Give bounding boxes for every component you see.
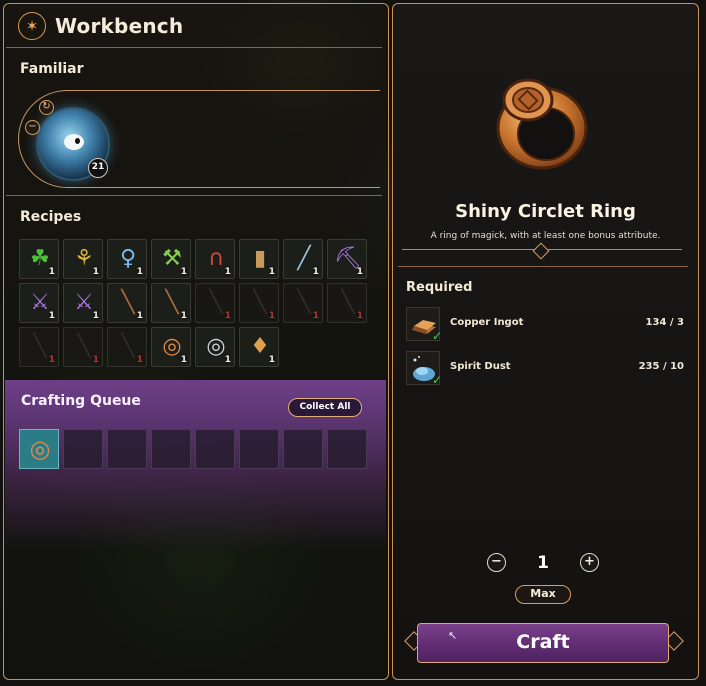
recipe-count: 1 [224,311,231,321]
recipe-slot[interactable]: ╲ 1 [283,283,323,323]
queue-slot[interactable] [195,429,235,469]
recipe-slot[interactable]: ▮ 1 [239,239,279,279]
copper-ring-icon [496,78,588,170]
requirement-row-copper-ingot: ✓ Copper Ingot 134 / 3 [406,307,686,343]
cursor-icon: ↖ [448,629,458,642]
increase-quantity-button[interactable]: + [580,553,599,572]
recipe-slot[interactable]: ╲ 1 [239,283,279,323]
recipe-slot[interactable]: ◎ 1 [151,327,191,367]
recipe-count: 1 [224,267,231,277]
familiar-level-badge: 21 [88,158,108,178]
recipe-slot[interactable]: ◎ 1 [195,327,235,367]
queue-slot[interactable] [63,429,103,469]
recipe-count: 1 [92,355,99,365]
crafting-queue-slots: ◎ [19,429,367,469]
recipes-label: Recipes [20,209,82,225]
required-label: Required [406,280,473,295]
recipe-count: 1 [136,311,143,321]
recipe-slot[interactable]: ⚔ 1 [19,283,59,323]
recipe-slot[interactable]: ╲ 1 [151,283,191,323]
recipe-count: 1 [268,267,275,277]
recipe-slot[interactable]: ♀ 1 [107,239,147,279]
recipe-slot[interactable]: ╱ 1 [283,239,323,279]
recipe-slot[interactable]: ∩ 1 [195,239,235,279]
decrease-quantity-button[interactable]: − [487,553,506,572]
header-divider [6,47,382,48]
familiar-pupil [75,138,80,144]
queue-slot[interactable]: ◎ [19,429,59,469]
recipe-count: 1 [224,355,231,365]
familiar-label: Familiar [20,61,84,77]
recipe-slot[interactable]: ╲ 1 [63,327,103,367]
queue-slot[interactable] [327,429,367,469]
recipe-slot[interactable]: ╲ 1 [19,327,59,367]
queue-slot[interactable] [151,429,191,469]
required-divider [398,266,688,267]
recipe-slot[interactable]: ╲ 1 [107,327,147,367]
recipe-count: 1 [92,267,99,277]
recipe-count: 1 [48,267,55,277]
requirement-name: Spirit Dust [450,361,511,372]
recipe-count: 1 [48,355,55,365]
recipe-count: 1 [48,311,55,321]
familiar-eye [64,134,84,150]
workbench-title: Workbench [55,14,184,38]
workbench-header: ✶ Workbench [18,12,183,40]
recipe-count: 1 [268,355,275,365]
recipe-slot[interactable]: ♦ 1 [239,327,279,367]
recipe-count: 1 [180,311,187,321]
recipe-slot[interactable]: ⚔ 1 [63,283,103,323]
recipe-grid: ☘ 1 ⚘ 1 ♀ 1 ⚒ 1 ∩ 1 ▮ 1 ╱ 1 ⛏ 1 ⚔ 1 ⚔ 1 ╲ 1 ╲ 1 ╲ 1 ╲ 1 ╲ 1 ╲ 1 ╲ 1 ╲ 1 ╲ 1 ◎ 1… [19,239,367,367]
recipe-slot[interactable]: ╲ 1 [195,283,235,323]
recipe-slot[interactable]: ╲ 1 [327,283,367,323]
swap-arrows-icon[interactable]: ↻ [39,100,54,115]
quantity-value: 1 [537,553,549,573]
max-button[interactable]: Max [515,585,571,604]
recipe-count: 1 [356,311,363,321]
flame-emblem-icon: ✶ [18,12,46,40]
queue-slot[interactable] [107,429,147,469]
copper-ring-icon: ◎ [29,435,51,463]
recipe-count: 1 [180,267,187,277]
recipe-slot[interactable]: ⛏ 1 [327,239,367,279]
queue-slot[interactable] [283,429,323,469]
requirement-row-spirit-dust: ✓ Spirit Dust 235 / 10 [406,351,686,387]
recipe-count: 1 [356,267,363,277]
recipe-count: 1 [92,311,99,321]
check-icon: ✓ [432,373,443,387]
recipe-slot[interactable]: ╲ 1 [107,283,147,323]
recipe-count: 1 [268,311,275,321]
recipe-slot[interactable]: ⚒ 1 [151,239,191,279]
queue-slot[interactable] [239,429,279,469]
requirement-quantity: 134 / 3 [645,317,684,328]
requirement-quantity: 235 / 10 [638,361,684,372]
collect-all-button[interactable]: Collect All [288,398,362,417]
recipe-count: 1 [312,267,319,277]
recipe-slot[interactable]: ⚘ 1 [63,239,103,279]
item-name: Shiny Circlet Ring [455,201,636,222]
recipe-count: 1 [312,311,319,321]
recipe-count: 1 [136,355,143,365]
item-description: A ring of magick, with at least one bonu… [430,231,661,241]
minus-icon[interactable]: − [25,120,40,135]
recipe-slot[interactable]: ☘ 1 [19,239,59,279]
recipe-count: 1 [136,267,143,277]
check-icon: ✓ [432,329,443,343]
recipe-count: 1 [180,355,187,365]
crafting-queue-title: Crafting Queue [21,393,141,409]
familiar-divider [6,195,382,196]
requirement-name: Copper Ingot [450,317,524,328]
